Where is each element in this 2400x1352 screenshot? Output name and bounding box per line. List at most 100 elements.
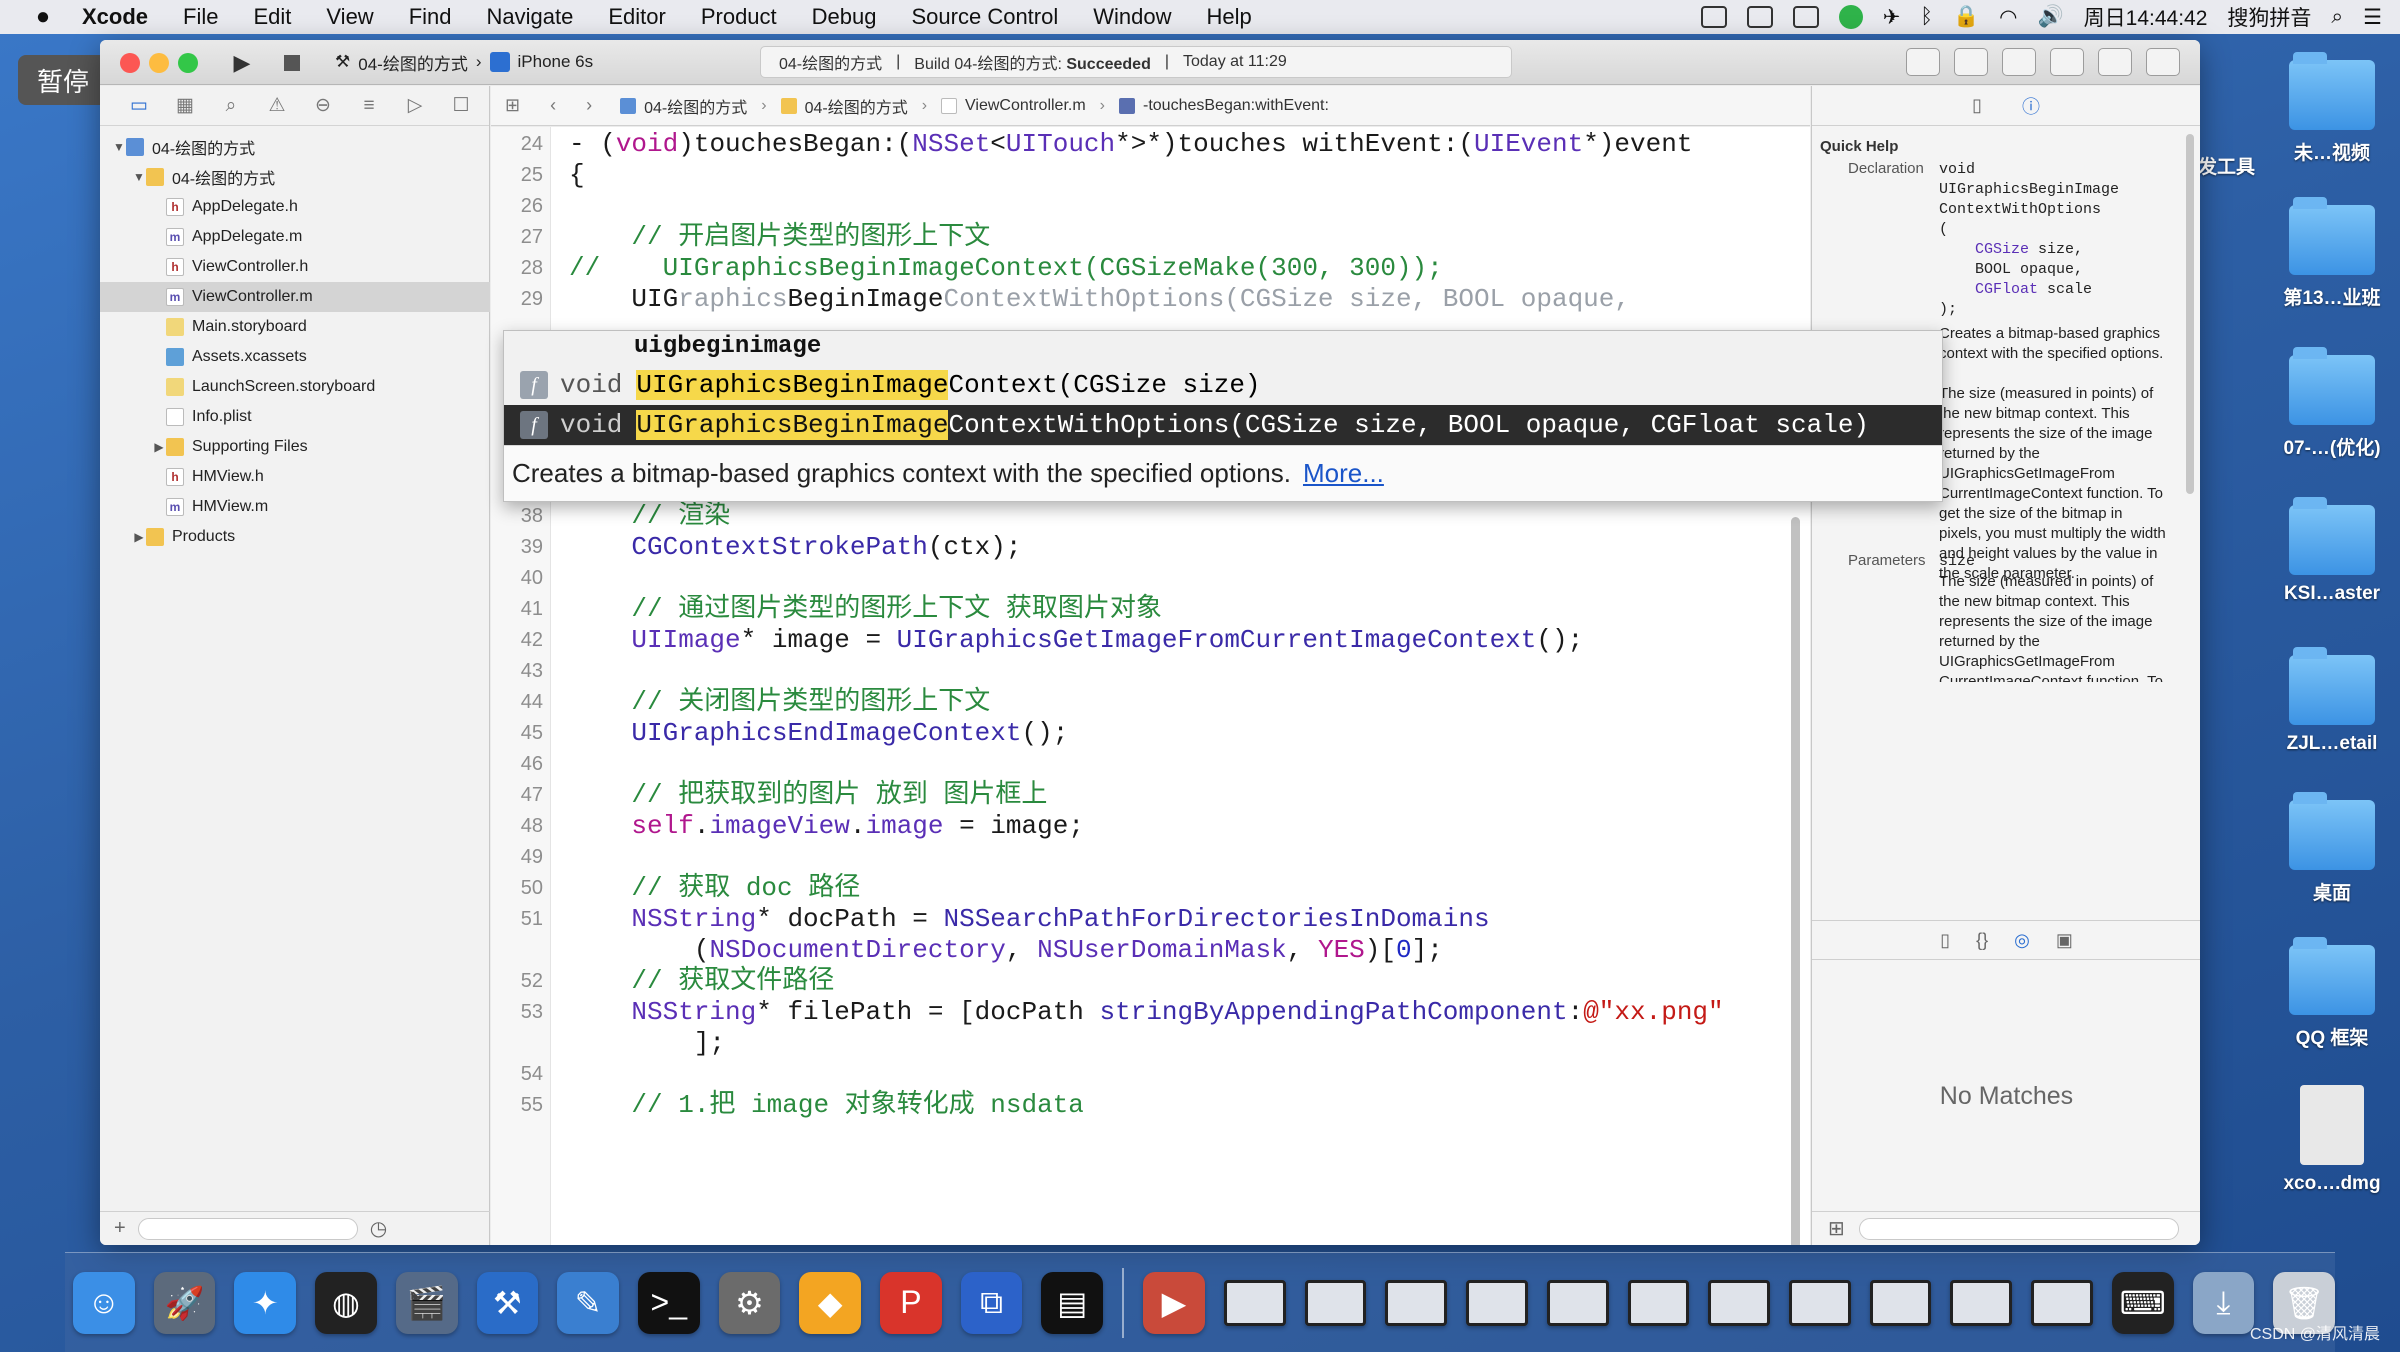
disclosure-open-icon[interactable]: ▼ bbox=[132, 170, 146, 184]
sketch-icon[interactable]: ◆ bbox=[799, 1271, 862, 1334]
minimized-window-11[interactable] bbox=[2031, 1279, 2093, 1326]
keyboard-viewer-icon[interactable]: ⌨ bbox=[2111, 1271, 2174, 1334]
code-line[interactable]: 29 UIGraphicsBeginImageContextWithOption… bbox=[491, 284, 1810, 315]
menu-editor[interactable]: Editor bbox=[608, 4, 665, 30]
breadcrumb-file[interactable]: ViewController.m › bbox=[941, 97, 1105, 115]
screen-record-icon[interactable] bbox=[1792, 6, 1819, 28]
desktop-file-dmg[interactable]: xco….dmg bbox=[2262, 1085, 2400, 1195]
breadcrumb-group[interactable]: 04-绘图的方式 › bbox=[780, 94, 927, 118]
code-line[interactable]: 40 bbox=[491, 563, 1810, 594]
spotlight-search-icon[interactable]: ⌕ bbox=[2331, 5, 2343, 29]
breakpoint-navigator-tab-icon[interactable]: ▷ bbox=[404, 95, 426, 117]
recent-files-icon[interactable]: ◷ bbox=[370, 1216, 387, 1241]
code-line[interactable]: 52 // 获取文件路径 bbox=[491, 966, 1810, 997]
desktop-folder-07[interactable]: 07-…(优化) bbox=[2262, 347, 2400, 460]
terminal-icon[interactable]: >_ bbox=[637, 1271, 700, 1334]
media-library-icon[interactable]: ▣ bbox=[2056, 930, 2073, 951]
menu-xcode[interactable]: Xcode bbox=[82, 4, 148, 30]
system-preferences-icon[interactable]: ⚙ bbox=[718, 1271, 781, 1334]
file-inspector-tab-icon[interactable]: ▯ bbox=[1972, 95, 1982, 116]
source-editor[interactable]: 24 - (void)touchesBegan:(NSSet<UITouch*>*… bbox=[491, 127, 1810, 1245]
assistant-editor-button[interactable] bbox=[1954, 48, 1988, 76]
apple-menu-icon[interactable]: ● bbox=[28, 2, 58, 32]
disclosure-closed-icon[interactable]: ▶ bbox=[152, 440, 166, 454]
file-tree-row[interactable]: ▶ Products bbox=[100, 522, 490, 552]
breadcrumb-project[interactable]: 04-绘图的方式 › bbox=[620, 94, 767, 118]
minimized-window-6[interactable] bbox=[1627, 1279, 1690, 1326]
code-line[interactable]: ]; bbox=[491, 1028, 1810, 1059]
desktop-folder-zjl[interactable]: ZJL…etail bbox=[2262, 647, 2400, 755]
file-template-library-icon[interactable]: ▯ bbox=[1940, 930, 1950, 951]
code-line[interactable]: 27 // 开启图片类型的图形上下文 bbox=[491, 222, 1810, 253]
airplane-icon[interactable]: ✈ bbox=[1883, 5, 1901, 30]
screen-mirror-icon[interactable] bbox=[1746, 6, 1773, 28]
toggle-debug-area-button[interactable] bbox=[2098, 48, 2132, 76]
file-tree-row[interactable]: h HMView.h bbox=[100, 462, 490, 492]
code-line[interactable]: 49 bbox=[491, 842, 1810, 873]
presentation-app-icon[interactable]: P bbox=[880, 1271, 942, 1334]
code-line[interactable]: 48 self.imageView.image = image; bbox=[491, 811, 1810, 842]
quick-help-tab-icon[interactable]: ⓘ bbox=[2022, 93, 2040, 119]
menu-product[interactable]: Product bbox=[701, 4, 777, 30]
file-tree-row[interactable]: ▶ Supporting Files bbox=[100, 432, 490, 462]
code-line[interactable]: 54 bbox=[491, 1059, 1810, 1090]
desktop-folder-class13[interactable]: 第13…业班 bbox=[2262, 197, 2400, 310]
zoom-window-button[interactable] bbox=[178, 53, 198, 73]
version-editor-button[interactable] bbox=[2002, 48, 2036, 76]
file-tree-row[interactable]: m AppDelegate.m bbox=[100, 222, 490, 252]
finder-icon[interactable]: ☺ bbox=[73, 1271, 135, 1334]
completion-item[interactable]: f void UIGraphicsBeginImageContext(CGSize … bbox=[504, 365, 1942, 405]
file-tree-row[interactable]: m ViewController.m bbox=[100, 282, 490, 312]
file-tree-row[interactable]: ▼ 04-绘图的方式 bbox=[100, 132, 490, 162]
object-library-icon[interactable]: ◎ bbox=[2014, 930, 2030, 951]
desktop-folder-desktop[interactable]: 桌面 bbox=[2262, 792, 2400, 905]
file-tree-row[interactable]: ▼ 04-绘图的方式 bbox=[100, 162, 490, 192]
code-line[interactable]: 42 UIImage* image = UIGraphicsGetImageFr… bbox=[491, 625, 1810, 656]
desktop-folder-videos[interactable]: 未…视频 bbox=[2262, 52, 2400, 165]
issue-navigator-tab-icon[interactable]: ⚠ bbox=[266, 95, 288, 117]
code-line[interactable]: 38 // 渲染 bbox=[491, 501, 1810, 532]
code-line[interactable]: 44 // 关闭图片类型的图形上下文 bbox=[491, 687, 1810, 718]
code-line[interactable]: 24 - (void)touchesBegan:(NSSet<UITouch*>*… bbox=[491, 129, 1810, 160]
add-file-icon[interactable]: + bbox=[114, 1217, 126, 1240]
toggle-utilities-button[interactable] bbox=[2146, 48, 2180, 76]
minimized-window-8[interactable] bbox=[1788, 1279, 1851, 1326]
file-tree-row[interactable]: m HMView.m bbox=[100, 492, 490, 522]
minimized-window-5[interactable] bbox=[1546, 1279, 1609, 1326]
grid-view-icon[interactable]: ⊞ bbox=[1828, 1216, 1845, 1241]
menu-source-control[interactable]: Source Control bbox=[912, 4, 1059, 30]
code-line[interactable]: 53 NSString* filePath = [docPath stringB… bbox=[491, 997, 1810, 1028]
menu-help[interactable]: Help bbox=[1207, 4, 1252, 30]
library-filter-input[interactable] bbox=[1858, 1217, 2179, 1240]
code-line[interactable]: 43 bbox=[491, 656, 1810, 687]
scheme-selector[interactable]: ⚒ 04-绘图的方式 › iPhone 6s bbox=[335, 48, 593, 76]
app-status-icon[interactable] bbox=[1838, 5, 1863, 29]
code-line[interactable]: 51 NSString* docPath = NSSearchPathForDi… bbox=[491, 904, 1810, 935]
file-tree-row[interactable]: h ViewController.h bbox=[100, 252, 490, 282]
file-tree-row[interactable]: LaunchScreen.storyboard bbox=[100, 372, 490, 402]
disclosure-open-icon[interactable]: ▼ bbox=[112, 140, 126, 154]
instruments-icon[interactable]: ✎ bbox=[557, 1271, 619, 1334]
forward-arrow-icon[interactable]: › bbox=[586, 95, 592, 116]
code-line[interactable]: 25 { bbox=[491, 160, 1810, 191]
quick-help-scrollbar[interactable] bbox=[2186, 134, 2194, 494]
code-line[interactable]: 39 CGContextStrokePath(ctx); bbox=[491, 532, 1810, 563]
xcode-icon[interactable]: ⚒ bbox=[476, 1271, 539, 1334]
launchpad-icon[interactable]: 🚀 bbox=[153, 1271, 216, 1334]
menu-file[interactable]: File bbox=[183, 4, 218, 30]
code-line[interactable]: 47 // 把获取到的图片 放到 图片框上 bbox=[491, 780, 1810, 811]
code-line[interactable]: 26 bbox=[491, 191, 1810, 222]
test-navigator-tab-icon[interactable]: ⊖ bbox=[312, 95, 334, 117]
minimize-window-button[interactable] bbox=[149, 53, 169, 73]
more-link[interactable]: More... bbox=[1303, 458, 1384, 489]
desktop-folder-ksi[interactable]: KSI…aster bbox=[2262, 497, 2400, 605]
bluetooth-icon[interactable]: ᛒ bbox=[1920, 5, 1933, 29]
clock[interactable]: 周日14:44:42 bbox=[2084, 2, 2208, 32]
minimized-window-4[interactable] bbox=[1466, 1279, 1528, 1326]
menu-navigate[interactable]: Navigate bbox=[487, 4, 574, 30]
close-window-button[interactable] bbox=[120, 53, 140, 73]
file-tree-row[interactable]: h AppDelegate.h bbox=[100, 192, 490, 222]
code-line[interactable]: 45 UIGraphicsEndImageContext(); bbox=[491, 718, 1810, 749]
minimized-window-10[interactable] bbox=[1950, 1279, 2013, 1326]
report-navigator-tab-icon[interactable]: ☐ bbox=[450, 95, 472, 117]
